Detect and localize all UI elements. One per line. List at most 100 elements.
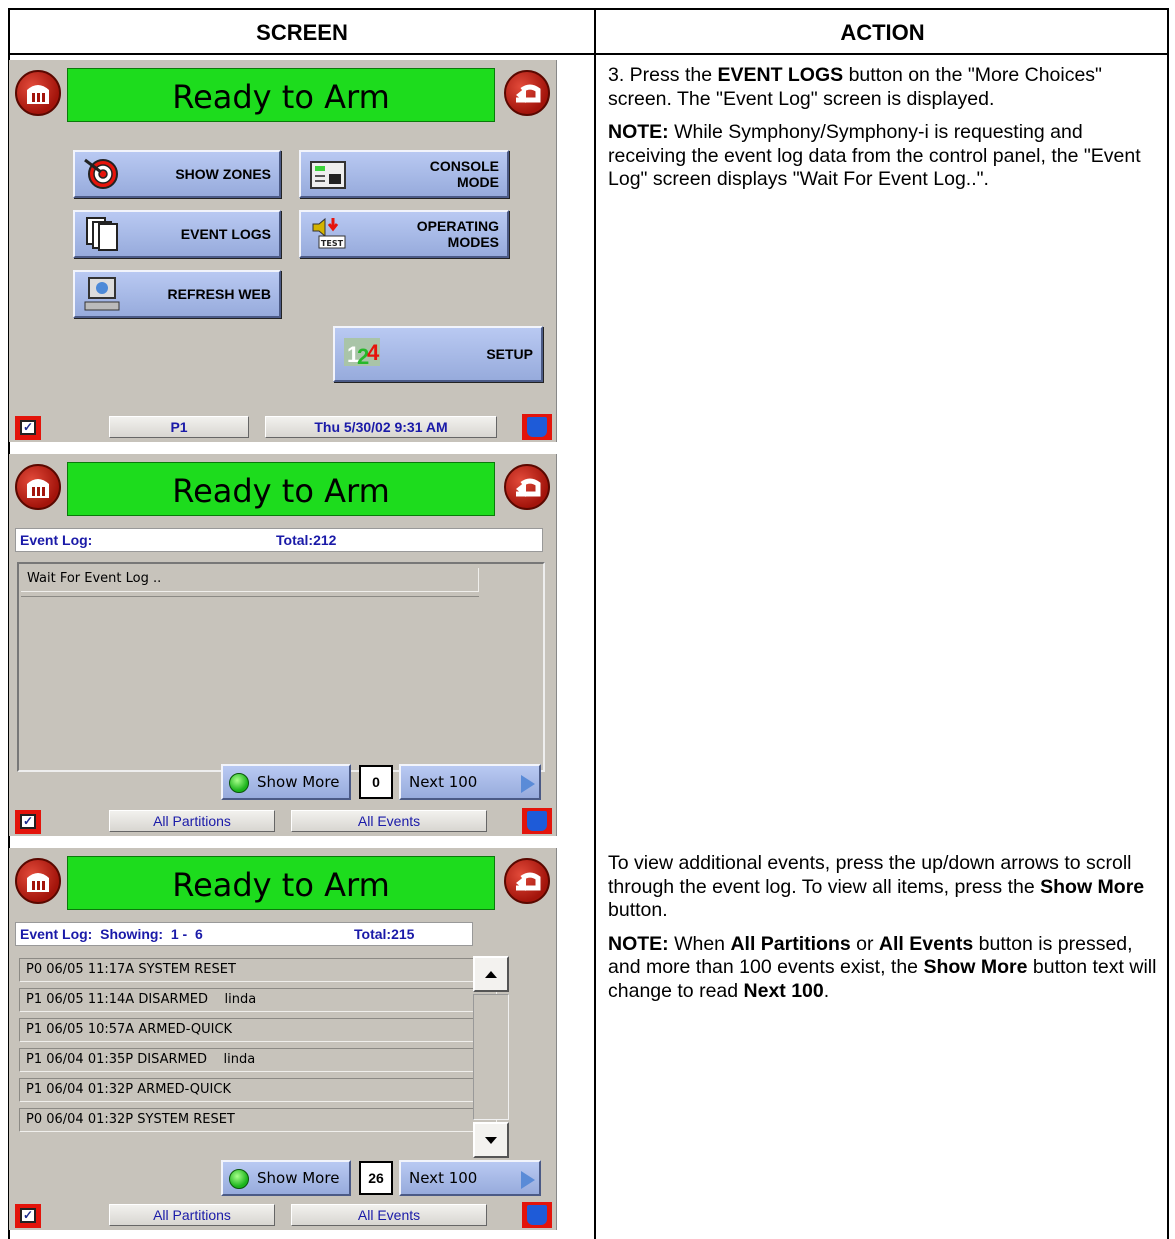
arrow-down-icon	[485, 1137, 497, 1144]
table-row[interactable]: P0 06/04 01:32P SYSTEM RESET	[19, 1108, 497, 1132]
checkbox-icon[interactable]: ✓	[15, 810, 41, 834]
datetime-field: Thu 5/30/02 9:31 AM	[265, 416, 497, 438]
all-partitions-button[interactable]: All Partitions	[109, 810, 275, 832]
console-mode-line2: MODE	[457, 174, 499, 190]
show-more-button[interactable]: Show More	[221, 764, 351, 800]
show-zones-button[interactable]: SHOW ZONES	[73, 150, 281, 198]
home-button[interactable]	[15, 858, 61, 904]
next-100-button[interactable]: Next 100	[399, 764, 541, 800]
partition-field[interactable]: P1	[109, 416, 249, 438]
all-events-button[interactable]: All Events	[291, 1204, 487, 1226]
event-total: Total:212	[276, 532, 337, 548]
step-3-bold: EVENT LOGS	[717, 64, 844, 86]
green-led-icon	[229, 1169, 249, 1189]
status-bar: ✓ All Partitions All Events	[9, 806, 556, 836]
setup-button[interactable]: 1 2 4 SETUP	[333, 326, 543, 382]
row-divider	[21, 596, 479, 597]
console-mode-button[interactable]: CONSOLE MODE	[299, 150, 509, 198]
target-icon	[84, 158, 118, 189]
status-bar: ✓ P1 Thu 5/30/02 9:31 AM	[9, 412, 556, 442]
table-row[interactable]: P1 06/04 01:35P DISARMED linda	[19, 1048, 497, 1072]
shield-icon[interactable]	[522, 808, 552, 834]
back-button[interactable]	[504, 858, 550, 904]
table-row[interactable]: P0 06/05 11:17A SYSTEM RESET	[19, 958, 497, 982]
scroll-down-button[interactable]	[473, 1122, 509, 1158]
note-bold: All Events	[878, 932, 974, 955]
home-button[interactable]	[15, 70, 61, 116]
event-log-label: Event Log: Showing: 1 - 6	[20, 926, 203, 942]
title-bar: Ready to Arm	[9, 60, 556, 130]
note-bold: Next 100	[743, 979, 824, 1002]
step-3-paragraph: 3. Press the EVENT LOGS button on the "M…	[608, 64, 1158, 111]
event-log-list-screen: Ready to Arm Event Log: Showing: 1 - 6 T…	[9, 848, 557, 1230]
operating-modes-line1: OPERATING	[416, 218, 499, 234]
list-item: Wait For Event Log ..	[21, 568, 479, 592]
svg-text:4: 4	[367, 340, 380, 365]
table-row[interactable]: P1 06/05 11:14A DISARMED linda	[19, 988, 497, 1012]
checkbox-icon[interactable]: ✓	[15, 1204, 41, 1228]
event-count: 0	[359, 765, 393, 799]
keypad-icon	[310, 161, 346, 189]
step-3-text: 3. Press the	[608, 64, 718, 86]
operating-modes-button[interactable]: TEST OPERATING MODES	[299, 210, 509, 258]
green-led-icon	[229, 773, 249, 793]
event-logs-button[interactable]: EVENT LOGS	[73, 210, 281, 258]
event-log-header: Event Log: Total:212	[15, 528, 543, 552]
shield-icon[interactable]	[522, 1202, 552, 1228]
all-partitions-button[interactable]: All Partitions	[109, 1204, 275, 1226]
event-log-waiting-screen: Ready to Arm Event Log: Total:212 Wait F…	[9, 454, 557, 836]
note-label: NOTE:	[608, 121, 669, 143]
event-count: 26	[359, 1161, 393, 1195]
operating-modes-line2: MODES	[447, 234, 499, 250]
back-button[interactable]	[504, 464, 550, 510]
show-more-button[interactable]: Show More	[221, 1160, 351, 1196]
note-paragraph: NOTE: When All Partitions or All Events …	[608, 933, 1158, 1004]
event-log-list[interactable]: P0 06/05 11:17A SYSTEM RESET P1 06/05 11…	[17, 956, 513, 1158]
next-100-label: Next 100	[409, 773, 478, 791]
table-row[interactable]: P1 06/05 10:57A ARMED-QUICK	[19, 1018, 497, 1042]
status-title: Ready to Arm	[67, 68, 495, 122]
event-total: Total:215	[354, 926, 415, 942]
home-icon	[27, 873, 49, 892]
action-step-3: 3. Press the EVENT LOGS button on the "M…	[608, 64, 1158, 202]
back-arrow-icon	[516, 84, 541, 103]
column-header-action: ACTION	[840, 20, 925, 45]
scroll-track[interactable]	[473, 994, 509, 1120]
arrow-up-icon	[485, 971, 497, 978]
show-more-label: Show More	[257, 1169, 340, 1187]
setup-label: SETUP	[486, 346, 533, 362]
event-log-list[interactable]: Wait For Event Log ..	[17, 562, 545, 772]
column-header-screen: SCREEN	[256, 20, 348, 45]
refresh-web-button[interactable]: REFRESH WEB	[73, 270, 281, 318]
console-mode-label: CONSOLE MODE	[430, 152, 499, 196]
svg-text:TEST: TEST	[321, 239, 344, 248]
scroll-bold: Show More	[1040, 875, 1145, 898]
next-100-button[interactable]: Next 100	[399, 1160, 541, 1196]
event-log-label: Event Log:	[20, 532, 93, 548]
show-zones-label: SHOW ZONES	[175, 166, 271, 182]
column-divider	[594, 10, 596, 1239]
note-bold: All Partitions	[730, 932, 851, 955]
home-button[interactable]	[15, 464, 61, 510]
home-icon	[27, 85, 49, 104]
checkbox-icon[interactable]: ✓	[15, 416, 41, 440]
event-log-header: Event Log: Showing: 1 - 6 Total:215	[15, 922, 473, 946]
play-arrow-icon	[521, 775, 535, 793]
setup-numbers-icon: 1 2 4	[344, 338, 380, 369]
scroll-up-button[interactable]	[473, 956, 509, 992]
table-row[interactable]: P1 06/04 01:32P ARMED-QUICK	[19, 1078, 497, 1102]
event-logs-label: EVENT LOGS	[180, 226, 271, 242]
status-title: Ready to Arm	[67, 462, 495, 516]
note-label: NOTE:	[608, 932, 669, 955]
note-text: or	[850, 932, 879, 955]
status-bar: ✓ All Partitions All Events	[9, 1200, 556, 1230]
header-divider	[10, 53, 1167, 55]
all-events-button[interactable]: All Events	[291, 810, 487, 832]
note-text: When	[668, 932, 731, 955]
shield-icon[interactable]	[522, 414, 552, 440]
back-button[interactable]	[504, 70, 550, 116]
refresh-web-label: REFRESH WEB	[167, 286, 271, 302]
more-choices-screen: Ready to Arm SHOW ZONES CONSOLE MODE EVE…	[9, 60, 557, 442]
title-bar: Ready to Arm	[9, 454, 556, 524]
title-bar: Ready to Arm	[9, 848, 556, 918]
